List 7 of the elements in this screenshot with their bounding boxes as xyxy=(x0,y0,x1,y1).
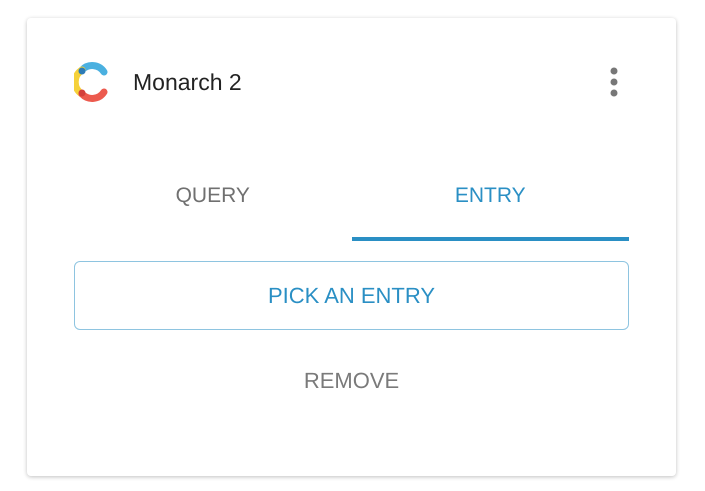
logo-icon xyxy=(74,62,110,102)
pick-entry-button[interactable]: PICK AN ENTRY xyxy=(74,261,629,330)
card-title: Monarch 2 xyxy=(133,68,243,96)
tab[interactable]: ENTRY xyxy=(352,184,629,241)
remove-button[interactable]: REMOVE xyxy=(304,368,400,394)
tab[interactable]: QUERY xyxy=(74,184,352,241)
more-options-icon[interactable] xyxy=(609,67,619,97)
